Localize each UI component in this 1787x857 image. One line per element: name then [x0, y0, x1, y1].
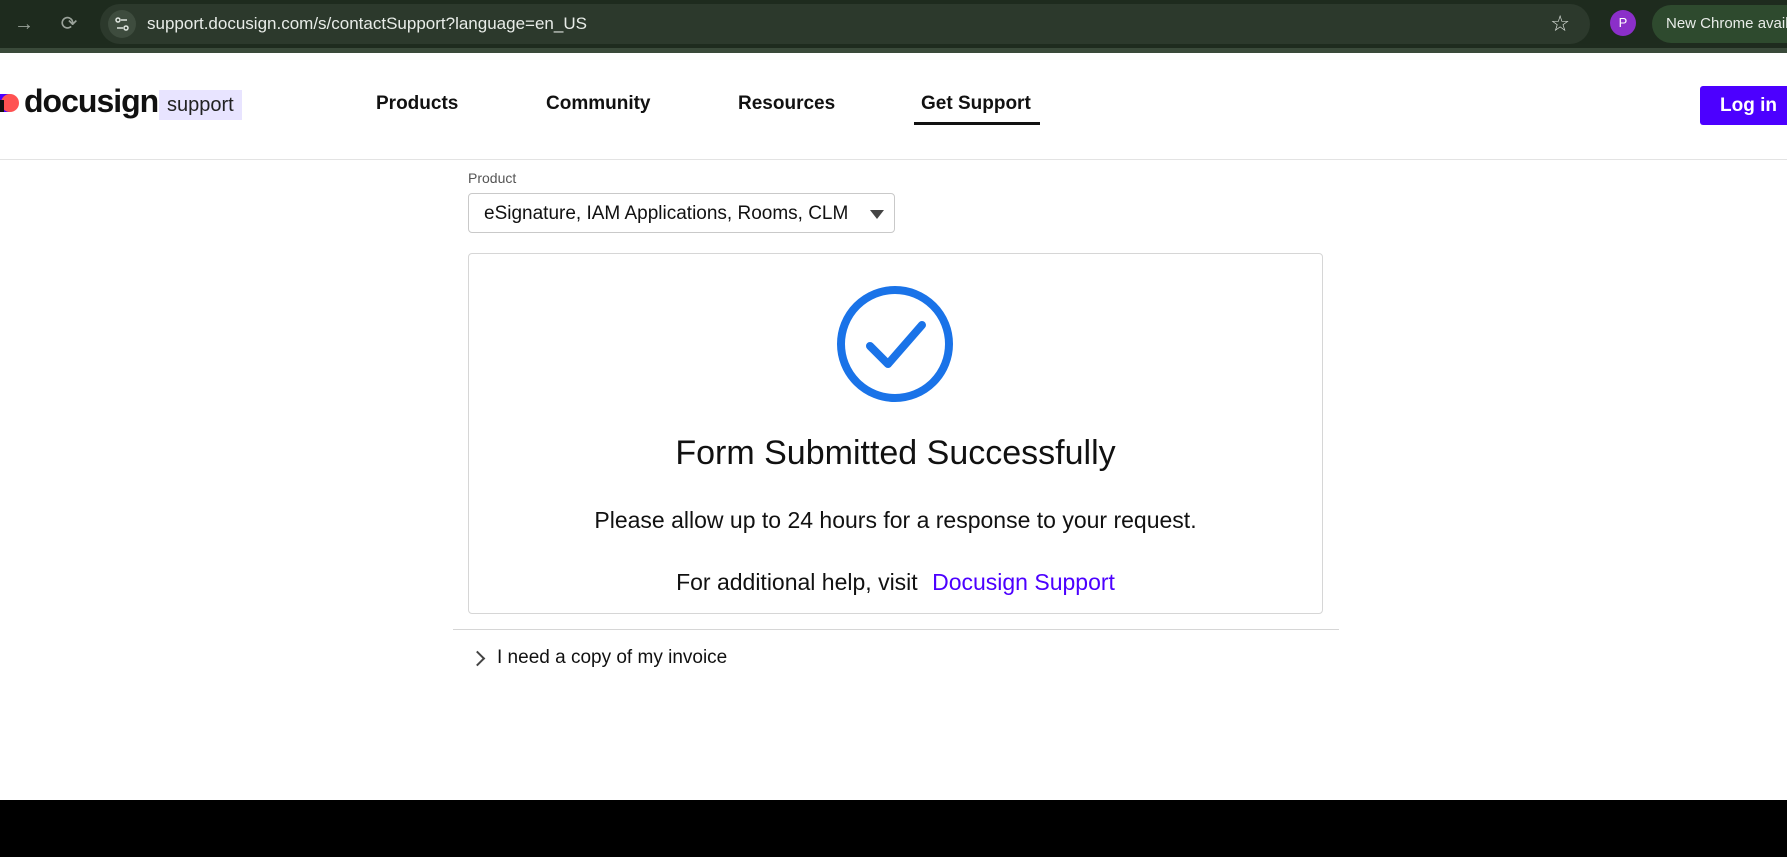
forward-icon[interactable]: → — [10, 10, 38, 38]
success-message: Please allow up to 24 hours for a respon… — [594, 507, 1197, 533]
product-label: Product — [468, 170, 517, 186]
profile-avatar[interactable]: P — [1610, 10, 1636, 36]
chevron-right-icon — [469, 650, 486, 667]
nav-resources[interactable]: Resources — [738, 93, 835, 115]
logo-wordmark[interactable]: docusign — [24, 83, 159, 120]
docusign-support-link[interactable]: Docusign Support — [932, 569, 1115, 595]
accordion-label: I need a copy of my invoice — [497, 647, 728, 668]
reload-icon[interactable]: ⟳ — [55, 10, 83, 38]
docusign-logo-icon[interactable] — [0, 90, 20, 116]
success-card: Form Submitted Successfully Please allow… — [468, 253, 1323, 614]
url-text[interactable]: support.docusign.com/s/contactSupport?la… — [147, 14, 587, 34]
section-divider — [453, 629, 1339, 630]
product-selected-value: eSignature, IAM Applications, Rooms, CLM — [484, 203, 849, 224]
help-prefix: For additional help, visit — [676, 569, 918, 595]
logo-support-tag[interactable]: support — [159, 90, 242, 120]
checkmark-circle-icon — [837, 286, 953, 402]
site-header: docusign support Products Community Reso… — [0, 53, 1787, 160]
nav-products[interactable]: Products — [376, 93, 458, 115]
browser-toolbar: → ⟳ support.docusign.com/s/contactSuppor… — [0, 0, 1787, 53]
address-bar[interactable]: support.docusign.com/s/contactSupport?la… — [100, 4, 1590, 44]
site-footer — [0, 800, 1787, 857]
chrome-update-pill[interactable]: New Chrome available — [1652, 5, 1787, 43]
dropdown-caret-icon — [870, 210, 884, 219]
nav-get-support[interactable]: Get Support — [921, 93, 1031, 115]
nav-community[interactable]: Community — [546, 93, 651, 115]
product-select[interactable]: eSignature, IAM Applications, Rooms, CLM — [468, 193, 895, 233]
site-info-icon[interactable] — [108, 10, 136, 38]
active-nav-indicator — [914, 122, 1040, 125]
login-button[interactable]: Log in — [1700, 86, 1787, 125]
star-icon[interactable]: ☆ — [1550, 11, 1570, 37]
help-line: For additional help, visit Docusign Supp… — [469, 569, 1322, 596]
success-title: Form Submitted Successfully — [675, 434, 1116, 472]
